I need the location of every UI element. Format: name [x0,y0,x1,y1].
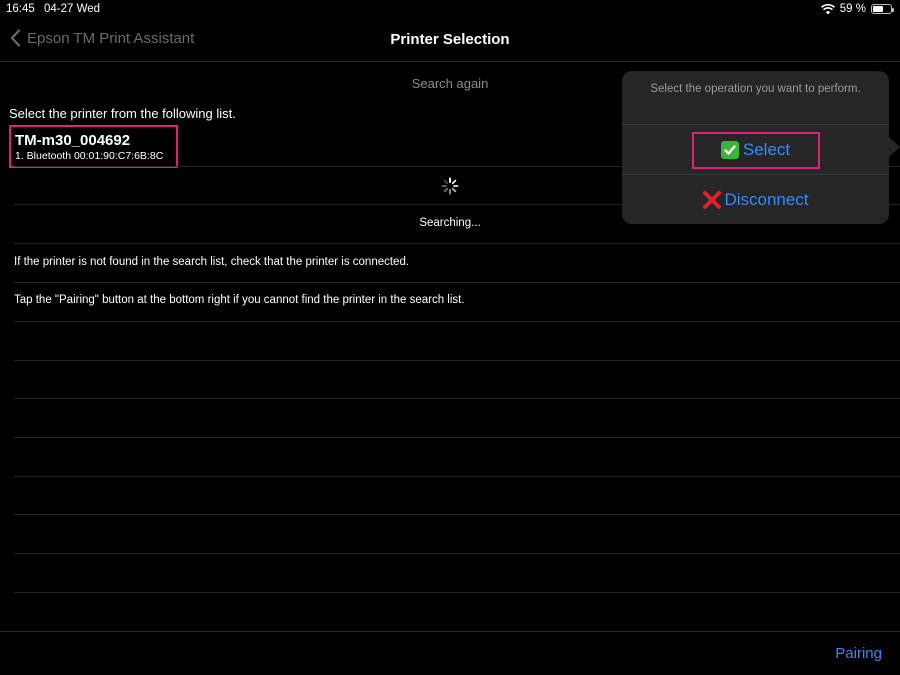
status-time: 16:45 [6,3,35,15]
printer-list-item[interactable]: TM-m30_004692 1. Bluetooth 00:01:90:C7:6… [9,125,178,168]
operation-popover: Select the operation you want to perform… [622,71,889,224]
list-divider [0,631,900,632]
nav-bar: Epson TM Print Assistant Printer Selecti… [0,18,900,62]
pairing-button[interactable]: Pairing [835,645,882,662]
list-divider [14,437,900,438]
status-bar: 16:45 04-27 Wed 59 % [0,0,900,18]
wifi-icon [820,3,835,14]
hint-text: If the printer is not found in the searc… [14,256,410,268]
popover-message: Select the operation you want to perform… [650,83,861,95]
list-divider [14,398,900,399]
list-divider [14,360,900,361]
list-divider [14,592,900,593]
cross-icon [703,191,722,209]
printer-name: TM-m30_004692 [15,132,131,149]
popover-arrow [889,137,900,157]
list-divider [14,476,900,477]
list-divider [14,553,900,554]
disconnect-label: Disconnect [724,190,809,209]
list-divider [14,321,900,322]
battery-percent: 59 % [839,3,866,15]
list-divider [14,282,900,283]
select-action[interactable]: Select [622,125,889,175]
status-indicators: 59 % [820,3,894,15]
list-divider [14,243,900,244]
battery-icon [871,4,894,14]
list-divider [14,514,900,515]
disconnect-action[interactable]: Disconnect [622,175,889,225]
printer-detail: 1. Bluetooth 00:01:90:C7:6B:8C [15,150,164,162]
hint-text: Tap the "Pairing" button at the bottom r… [14,294,465,306]
instruction-text: Select the printer from the following li… [9,106,236,121]
select-highlight[interactable]: Select [691,131,820,169]
select-label: Select [742,140,791,159]
spinner-icon [441,177,459,195]
status-date: 04-27 Wed [44,3,101,15]
page-title: Printer Selection [390,31,510,48]
check-icon [720,141,739,159]
